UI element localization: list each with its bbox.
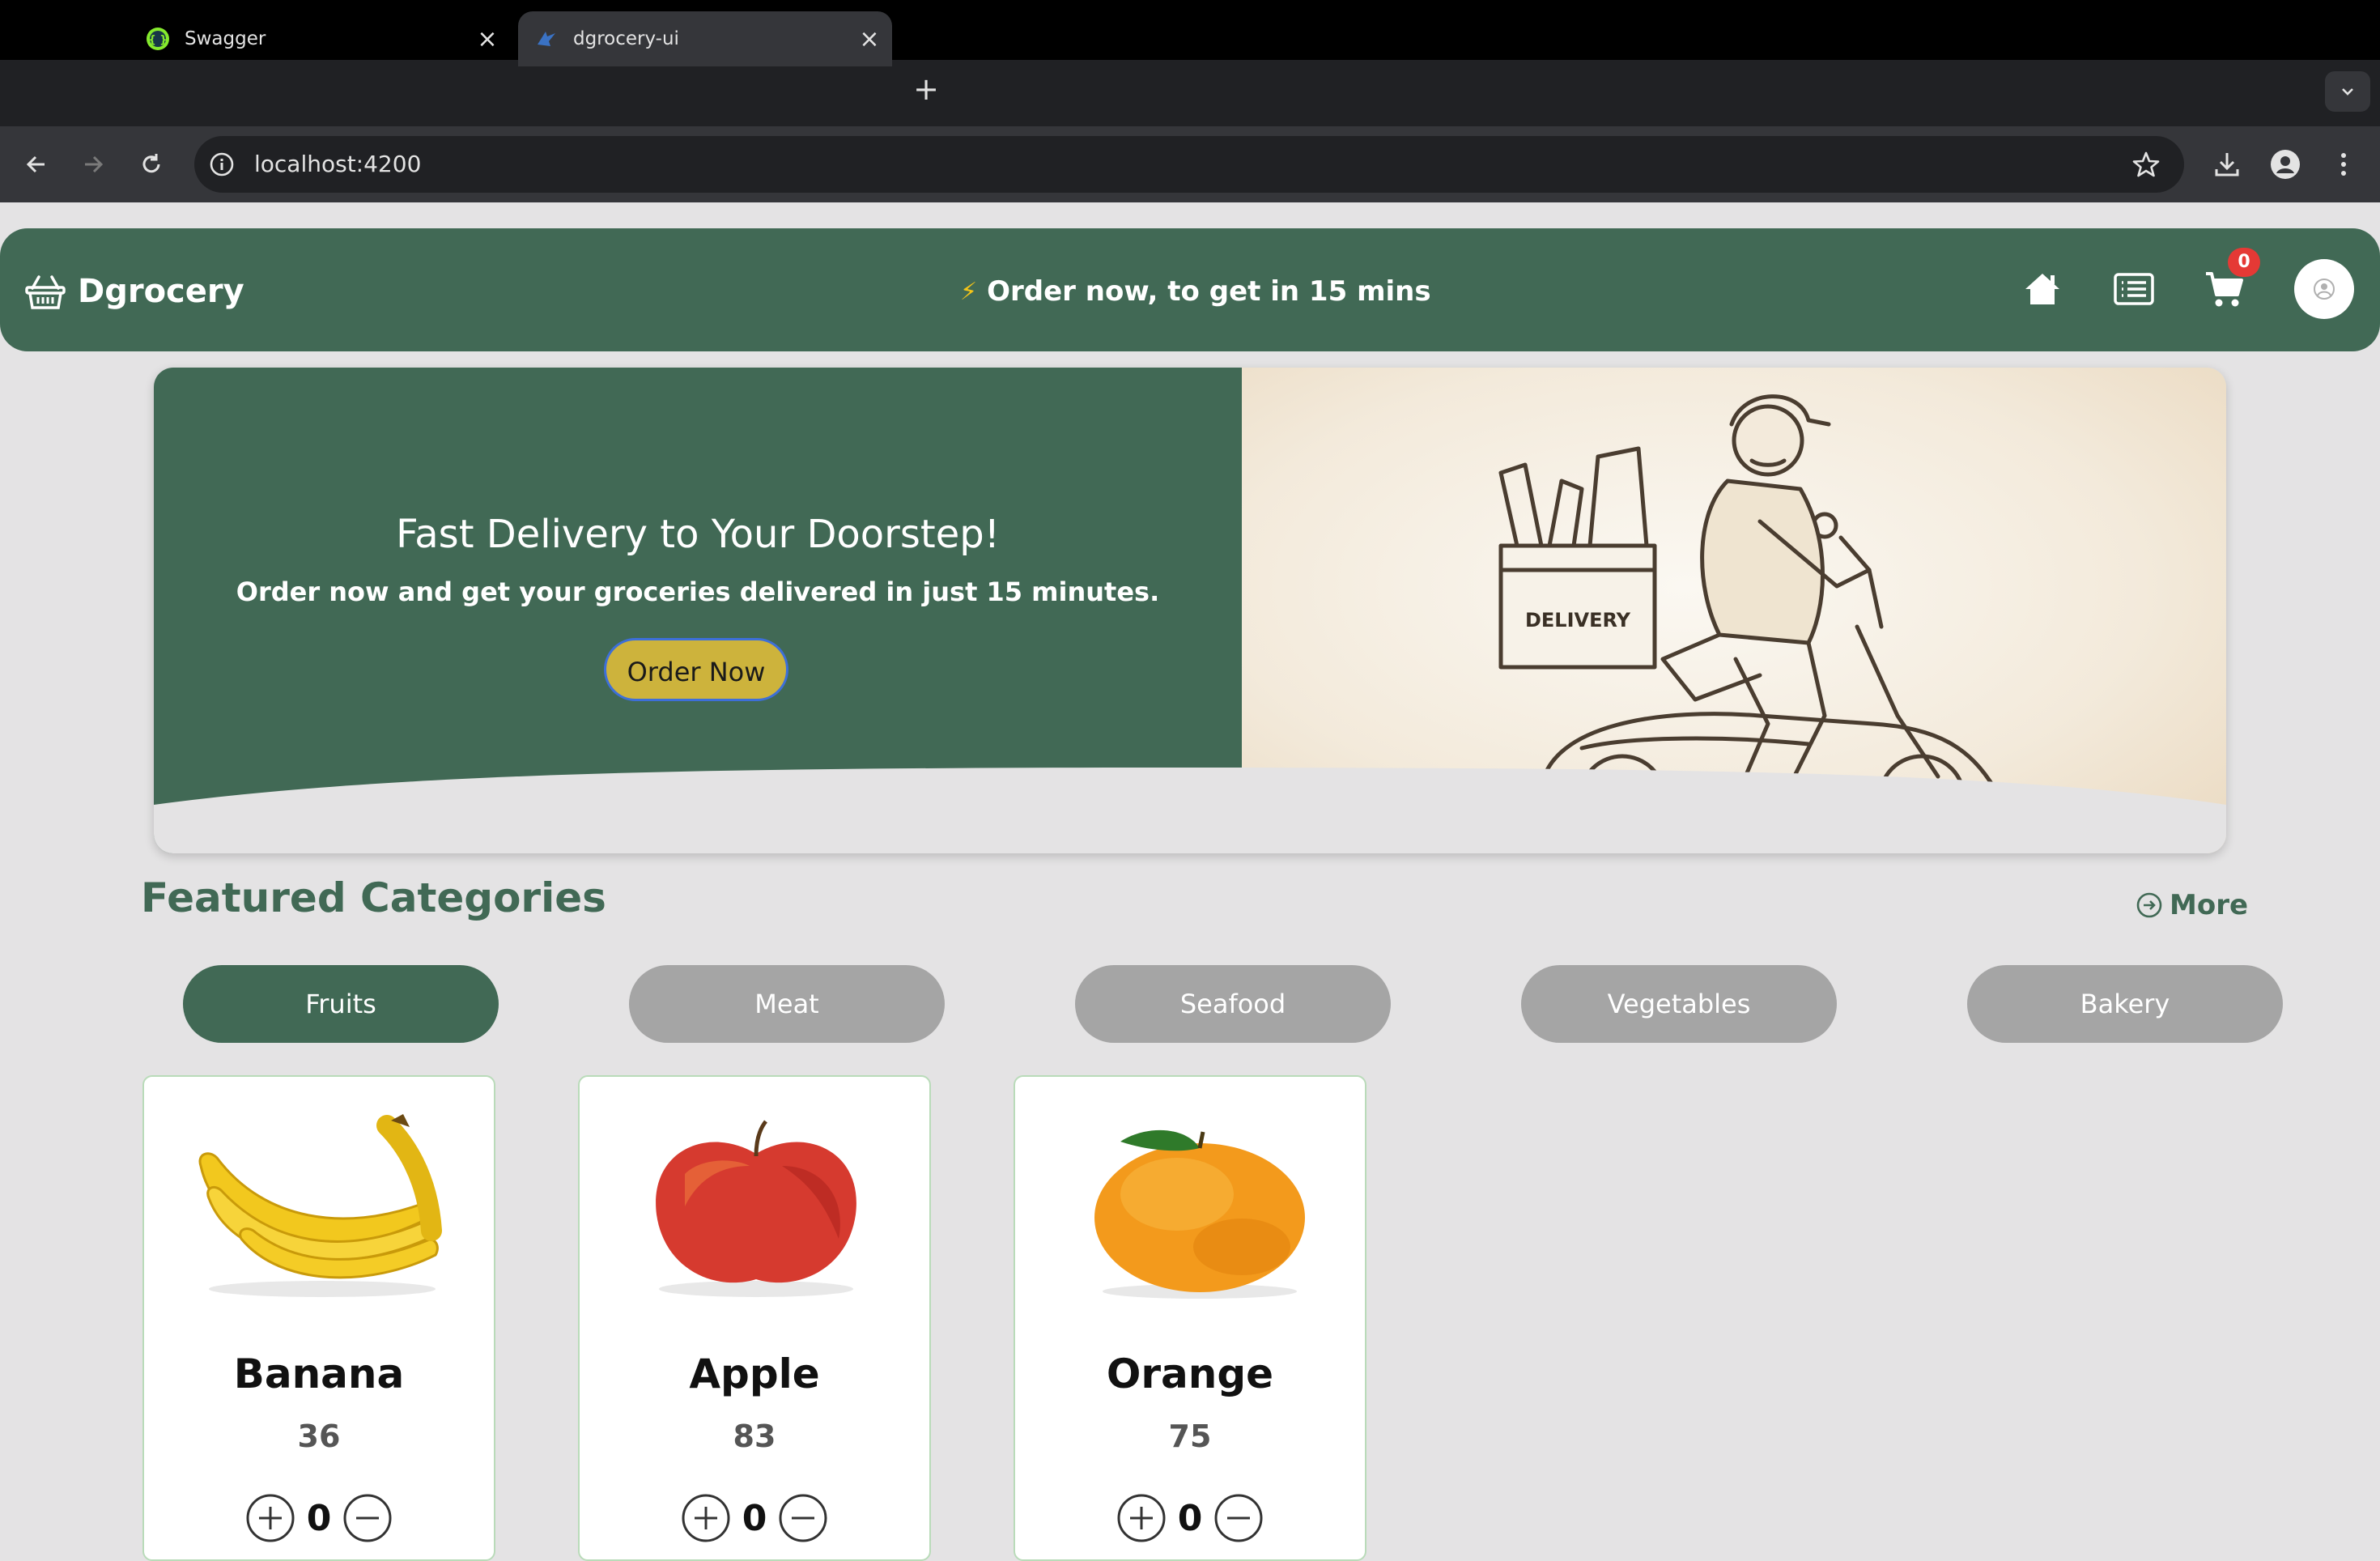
promo-banner: ⚡ Order now, to get in 15 mins bbox=[960, 275, 1431, 308]
category-pill-fruits[interactable]: Fruits bbox=[183, 965, 499, 1043]
site-info-icon[interactable] bbox=[206, 148, 238, 181]
brand-logo[interactable]: Dgrocery bbox=[24, 270, 244, 313]
back-button[interactable] bbox=[16, 144, 57, 185]
product-name: Banana bbox=[233, 1350, 405, 1397]
tab-swagger[interactable]: { } Swagger × bbox=[130, 11, 510, 66]
product-price: 75 bbox=[1168, 1419, 1212, 1454]
product-card-banana[interactable]: Banana 36 0 bbox=[142, 1075, 495, 1561]
product-price: 83 bbox=[733, 1419, 776, 1454]
category-pill-meat[interactable]: Meat bbox=[629, 965, 945, 1043]
tab-title: dgrocery-ui bbox=[573, 28, 679, 49]
product-name: Orange bbox=[1106, 1350, 1274, 1397]
minus-circle-icon[interactable] bbox=[778, 1493, 828, 1543]
quantity-value: 0 bbox=[306, 1497, 332, 1539]
category-pill-bakery[interactable]: Bakery bbox=[1967, 965, 2283, 1043]
home-icon[interactable] bbox=[2022, 269, 2063, 309]
quantity-stepper: 0 bbox=[1015, 1493, 1365, 1543]
cart-count-badge: 0 bbox=[2228, 248, 2260, 277]
apple-image bbox=[656, 1120, 856, 1297]
hero-wave-divider bbox=[154, 768, 2226, 853]
reload-button[interactable] bbox=[131, 144, 172, 185]
url-text[interactable]: localhost:4200 bbox=[254, 148, 421, 181]
profile-icon[interactable] bbox=[2267, 146, 2304, 183]
tab-search-button[interactable] bbox=[2325, 71, 2370, 112]
reload-icon bbox=[142, 154, 160, 173]
swagger-favicon-icon: { } bbox=[146, 27, 170, 51]
quantity-stepper: 0 bbox=[580, 1493, 929, 1543]
bookmark-star-icon[interactable] bbox=[2127, 146, 2165, 183]
plus-circle-icon[interactable] bbox=[1116, 1493, 1167, 1543]
category-pill-seafood[interactable]: Seafood bbox=[1075, 965, 1391, 1043]
hero-subtitle: Order now and get your groceries deliver… bbox=[236, 576, 1160, 607]
more-label: More bbox=[2170, 889, 2249, 921]
product-card-apple[interactable]: Apple 83 0 bbox=[578, 1075, 931, 1561]
lightning-icon: ⚡ bbox=[960, 277, 978, 306]
arrow-left-icon bbox=[26, 155, 45, 173]
category-pill-vegetables[interactable]: Vegetables bbox=[1521, 965, 1837, 1043]
tab-title: Swagger bbox=[185, 28, 266, 49]
avatar-icon bbox=[2314, 279, 2335, 300]
tab-close-icon[interactable]: × bbox=[853, 25, 886, 53]
orange-image bbox=[1094, 1129, 1305, 1299]
basket-icon bbox=[25, 275, 66, 309]
banana-image bbox=[198, 1114, 442, 1297]
quantity-value: 0 bbox=[742, 1497, 767, 1539]
forward-button[interactable] bbox=[73, 144, 113, 185]
tab-dgrocery-ui[interactable]: dgrocery-ui × bbox=[518, 11, 892, 66]
user-avatar[interactable] bbox=[2294, 259, 2354, 319]
plus-circle-icon[interactable] bbox=[245, 1493, 295, 1543]
arrow-circle-right-icon bbox=[2136, 892, 2162, 918]
hero-title: Fast Delivery to Your Doorstep! bbox=[396, 512, 1000, 557]
address-bar[interactable] bbox=[194, 136, 2184, 193]
promo-text: Order now, to get in 15 mins bbox=[987, 275, 1431, 308]
hero-banner: DELIVERY Fast Delivery to Your Doorstep!… bbox=[154, 368, 2226, 853]
minus-circle-icon[interactable] bbox=[1213, 1493, 1264, 1543]
arrow-right-icon bbox=[85, 155, 104, 173]
minus-circle-icon[interactable] bbox=[342, 1493, 393, 1543]
featured-categories-title: Featured Categories bbox=[141, 874, 606, 921]
order-now-button[interactable]: Order Now bbox=[604, 638, 788, 701]
product-price: 36 bbox=[297, 1419, 341, 1454]
product-card-orange[interactable]: Orange 75 0 bbox=[1014, 1075, 1366, 1561]
plus-circle-icon[interactable] bbox=[681, 1493, 731, 1543]
angular-favicon-icon bbox=[534, 27, 559, 51]
more-menu-icon[interactable] bbox=[2325, 146, 2362, 183]
product-name: Apple bbox=[689, 1350, 820, 1397]
chevron-down-icon bbox=[2342, 88, 2353, 96]
more-link[interactable]: More bbox=[2136, 889, 2248, 921]
orders-list-icon[interactable] bbox=[2113, 269, 2155, 309]
downloads-icon[interactable] bbox=[2208, 146, 2246, 183]
quantity-stepper: 0 bbox=[144, 1493, 494, 1543]
tab-close-icon[interactable]: × bbox=[471, 25, 504, 53]
svg-text:{ }: { } bbox=[148, 34, 167, 46]
quantity-value: 0 bbox=[1177, 1497, 1203, 1539]
new-tab-button[interactable]: + bbox=[908, 71, 944, 107]
brand-name: Dgrocery bbox=[78, 273, 244, 310]
tab-strip bbox=[0, 60, 2380, 126]
